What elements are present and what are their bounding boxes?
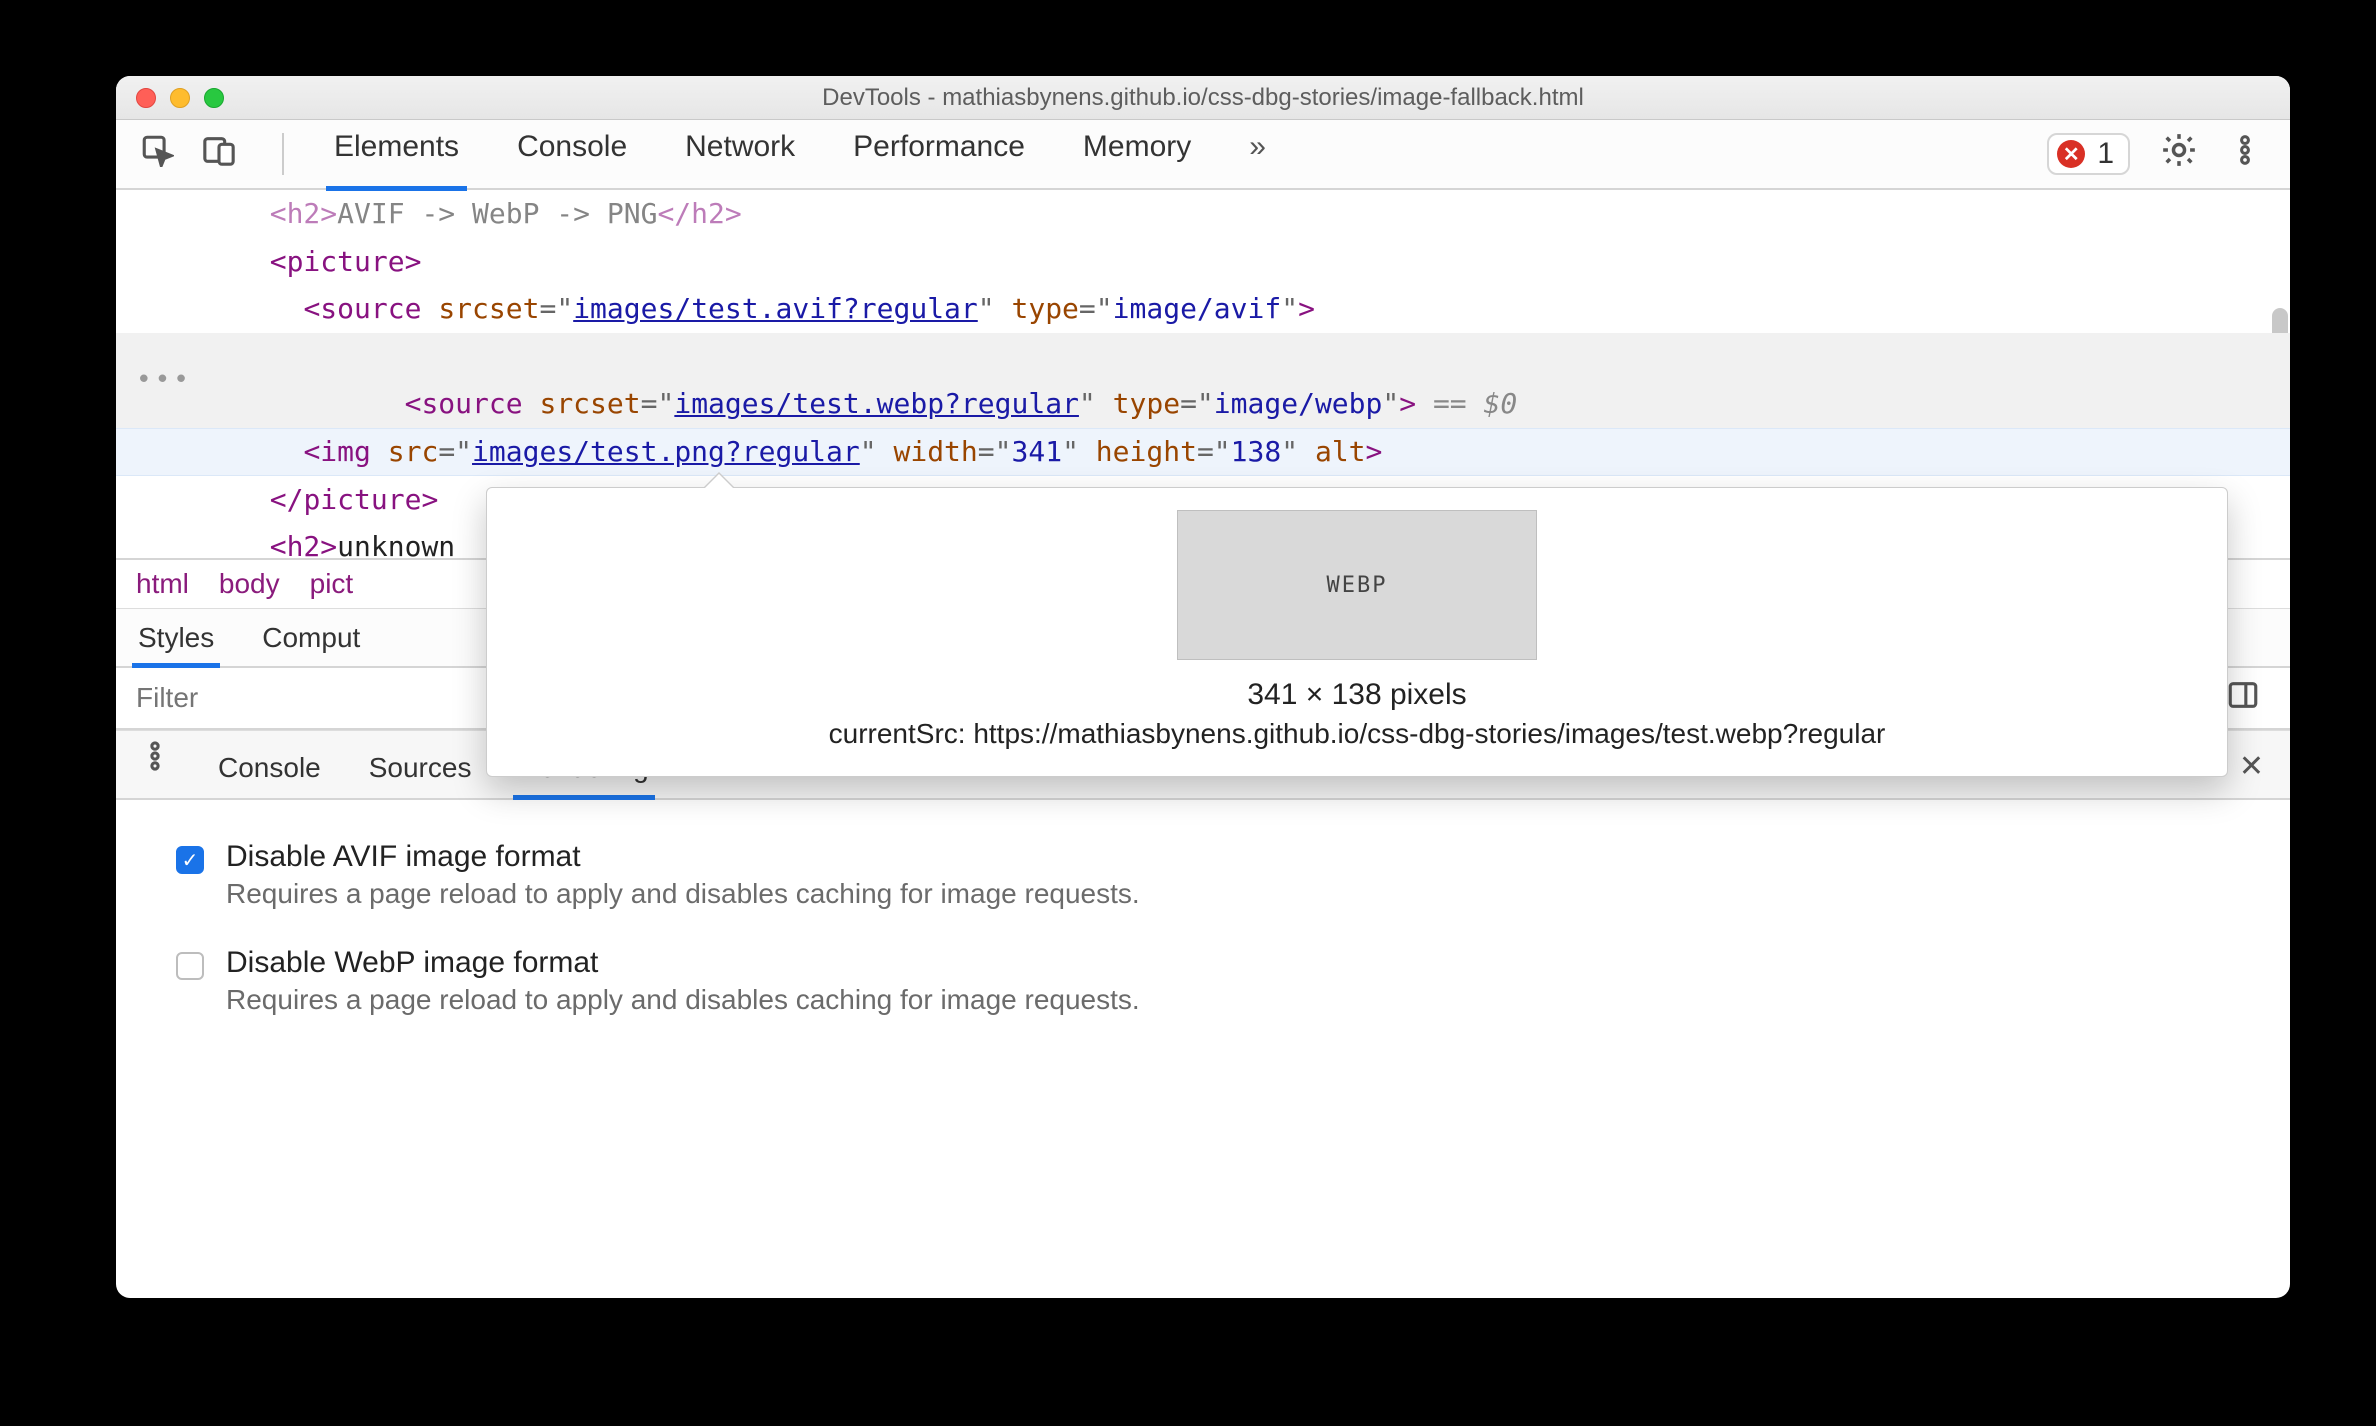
error-icon: ✕ xyxy=(2057,140,2085,168)
checkbox-disable-webp[interactable] xyxy=(176,952,204,980)
error-count: 1 xyxy=(2097,137,2114,171)
option-desc: Requires a page reload to apply and disa… xyxy=(226,984,1140,1016)
thumb-label: WEBP xyxy=(1327,573,1388,598)
toolbar-divider xyxy=(282,133,284,175)
breadcrumb-item[interactable]: body xyxy=(219,568,280,600)
sidebar-toggle-icon[interactable] xyxy=(2226,678,2260,719)
drawer-tab-sources[interactable]: Sources xyxy=(367,752,474,798)
breadcrumb-item[interactable]: pict xyxy=(310,568,354,600)
tab-network[interactable]: Network xyxy=(681,119,799,189)
tab-elements[interactable]: Elements xyxy=(330,119,463,189)
close-drawer-icon[interactable]: ✕ xyxy=(2239,749,2264,784)
image-current-src: currentSrc: https://mathiasbynens.github… xyxy=(517,718,2197,750)
devtools-toolbar: Elements Console Network Performance Mem… xyxy=(116,120,2290,190)
dom-line[interactable]: <h2>AVIF -> WebP -> PNG</h2> xyxy=(116,190,2290,238)
more-menu-icon[interactable] xyxy=(2228,133,2262,175)
mac-titlebar: DevTools - mathiasbynens.github.io/css-d… xyxy=(116,76,2290,120)
close-window-button[interactable] xyxy=(136,88,156,108)
minimize-window-button[interactable] xyxy=(170,88,190,108)
tab-computed[interactable]: Comput xyxy=(260,622,362,666)
checkbox-disable-avif[interactable]: ✓ xyxy=(176,846,204,874)
device-toolbar-icon[interactable] xyxy=(202,133,236,175)
window-title: DevTools - mathiasbynens.github.io/css-d… xyxy=(116,84,2290,112)
dom-line[interactable]: <picture> xyxy=(116,238,2290,286)
option-title: Disable WebP image format xyxy=(226,946,1140,980)
rendering-option: ✓ Disable AVIF image format Requires a p… xyxy=(176,840,2250,910)
devtools-window: DevTools - mathiasbynens.github.io/css-d… xyxy=(116,76,2290,1298)
drawer-tab-console[interactable]: Console xyxy=(216,752,323,798)
option-title: Disable AVIF image format xyxy=(226,840,1140,874)
inspect-element-icon[interactable] xyxy=(140,133,174,175)
dom-line[interactable]: <source srcset="images/test.avif?regular… xyxy=(116,285,2290,333)
rendering-option: Disable WebP image format Requires a pag… xyxy=(176,946,2250,1016)
traffic-lights xyxy=(116,88,224,108)
tab-performance[interactable]: Performance xyxy=(849,119,1029,189)
ellipsis-icon[interactable]: ••• xyxy=(136,358,192,402)
option-desc: Requires a page reload to apply and disa… xyxy=(226,878,1140,910)
rendering-panel: ✓ Disable AVIF image format Requires a p… xyxy=(116,800,2290,1082)
tab-console[interactable]: Console xyxy=(513,119,631,189)
breadcrumb-item[interactable]: html xyxy=(136,568,189,600)
zoom-window-button[interactable] xyxy=(204,88,224,108)
tab-styles[interactable]: Styles xyxy=(136,622,216,666)
tab-memory[interactable]: Memory xyxy=(1079,119,1195,189)
dom-line-selected[interactable]: <img src="images/test.png?regular" width… xyxy=(116,428,2290,476)
image-dimensions: 341 × 138 pixels xyxy=(517,678,2197,712)
image-preview-tooltip: WEBP 341 × 138 pixels currentSrc: https:… xyxy=(486,487,2228,777)
dom-line-hovered[interactable]: ••• <source srcset="images/test.webp?reg… xyxy=(116,333,2290,428)
error-count-badge[interactable]: ✕ 1 xyxy=(2047,133,2130,175)
image-thumbnail: WEBP xyxy=(1177,510,1537,660)
settings-gear-icon[interactable] xyxy=(2160,131,2198,177)
main-tabstrip: Elements Console Network Performance Mem… xyxy=(330,119,1270,189)
tabs-overflow-button[interactable]: » xyxy=(1245,119,1270,189)
drawer-more-icon[interactable] xyxy=(138,739,172,798)
